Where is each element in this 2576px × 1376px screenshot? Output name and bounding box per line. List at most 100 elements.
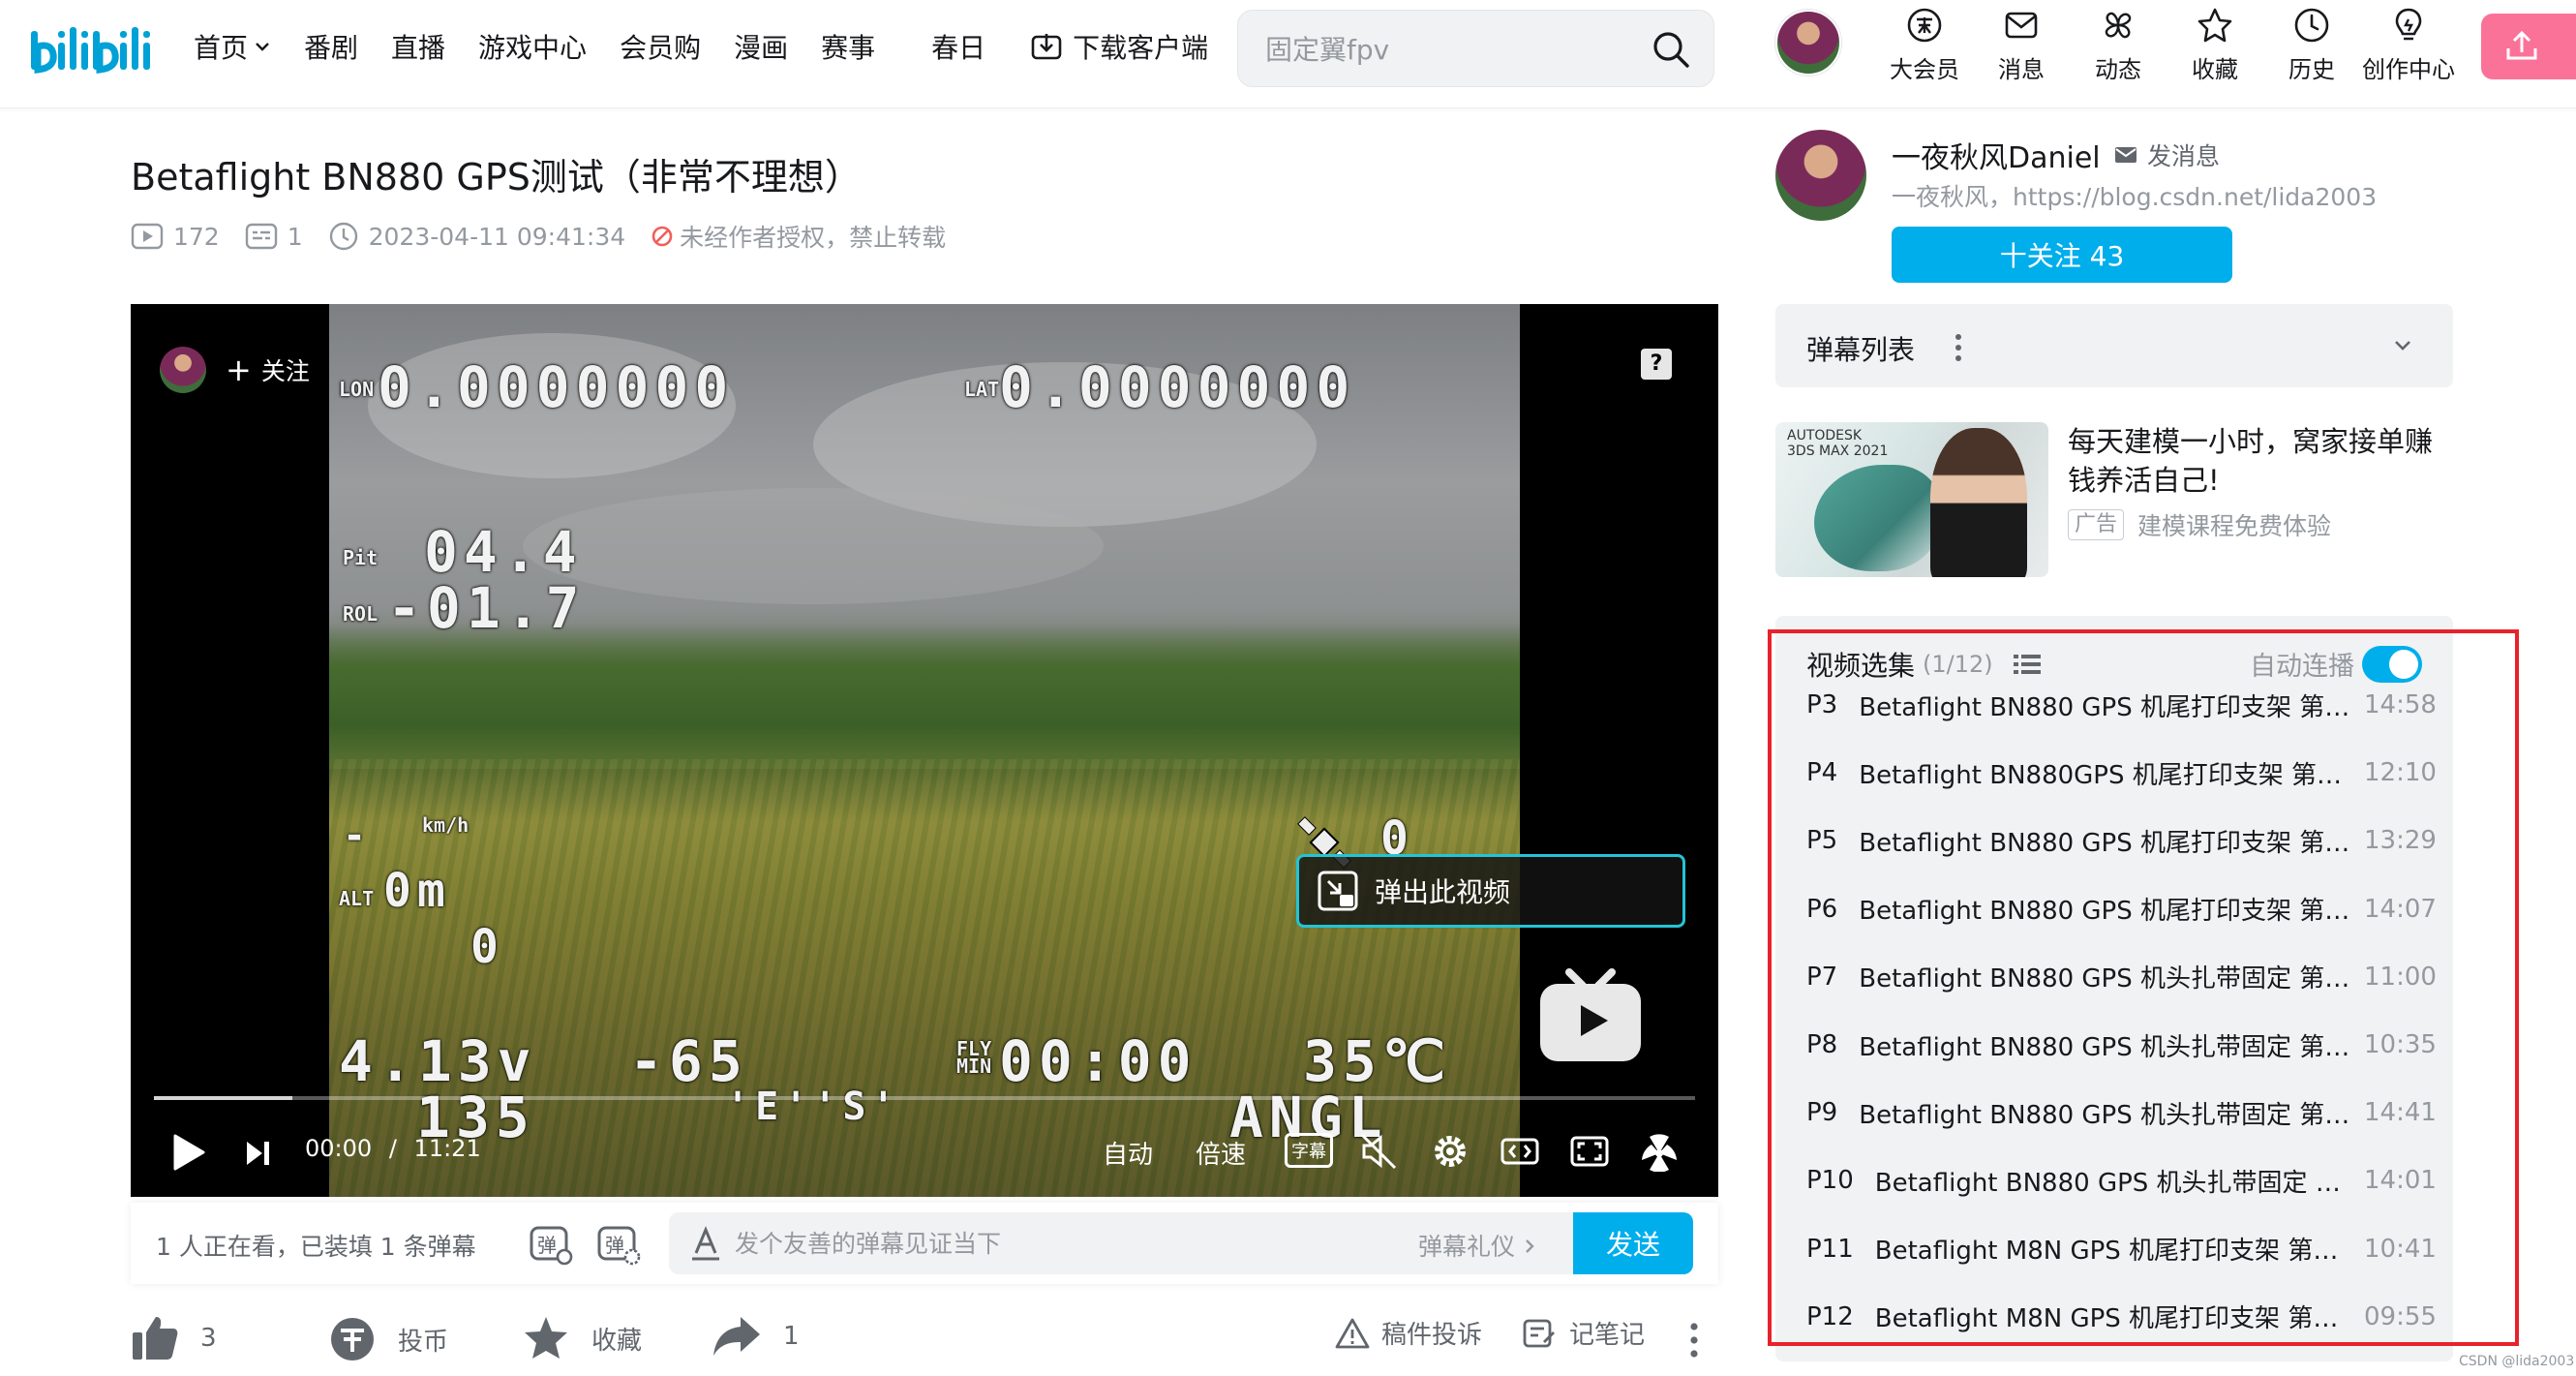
subtitle-button[interactable]: 字幕 — [1285, 1133, 1333, 1168]
popout-icon — [1318, 871, 1358, 911]
player-follow-button[interactable]: + 关注 — [160, 347, 310, 393]
like-button[interactable]: 3 — [131, 1315, 217, 1361]
nav-esports[interactable]: 赛事 — [821, 27, 875, 66]
nav-manga[interactable]: 漫画 — [734, 27, 788, 66]
quality-button[interactable]: 自动 — [1103, 1135, 1153, 1171]
osd-fly-label: FLY MIN — [956, 1037, 992, 1078]
subtitle-label: 字幕 — [1291, 1142, 1326, 1162]
ad-badge: 广告 — [2068, 509, 2125, 540]
osd-lon: 0.0000000 — [378, 354, 735, 420]
coin-label: 投币 — [398, 1327, 449, 1357]
danmaku-settings-icon[interactable]: 弹 — [595, 1220, 642, 1267]
danmaku-etiquette-link[interactable]: 弹幕礼仪 — [1418, 1228, 1536, 1263]
progress-bar[interactable] — [154, 1096, 1695, 1100]
nav-anime[interactable]: 番剧 — [304, 27, 358, 66]
fullscreen-icon[interactable] — [1639, 1131, 1680, 1172]
progress-fill — [154, 1096, 293, 1100]
settings-icon[interactable] — [1430, 1131, 1470, 1172]
user-avatar[interactable] — [1775, 10, 1841, 76]
text-style-icon[interactable] — [688, 1224, 723, 1263]
mute-icon[interactable] — [1358, 1131, 1399, 1172]
follow-button[interactable]: 十关注 43 — [1892, 227, 2232, 283]
widescreen-icon[interactable] — [1500, 1131, 1540, 1172]
note-icon — [1523, 1319, 1555, 1347]
next-icon[interactable] — [243, 1139, 272, 1168]
clock-icon — [2294, 8, 2329, 43]
bilibili-tv-icon — [1540, 968, 1641, 1061]
chevron-right-icon — [1526, 1239, 1534, 1253]
mail-icon — [2115, 147, 2137, 163]
header-dynamic[interactable]: 动态 — [2070, 0, 2167, 97]
webfullscreen-icon[interactable] — [1569, 1131, 1610, 1172]
search-input[interactable] — [1265, 32, 1633, 67]
play-count-value: 172 — [173, 222, 220, 251]
upload-button[interactable] — [2481, 14, 2576, 79]
publish-date-value: 2023-04-11 09:41:34 — [368, 222, 626, 251]
video-frame: LON 0.0000000 LAT 0.0000000 Pit 04.4 ROL… — [329, 304, 1520, 1197]
play-count-icon — [131, 223, 164, 250]
danmaku-list-header[interactable]: 弹幕列表 — [1775, 304, 2453, 387]
nav-home-label: 首页 — [194, 32, 249, 64]
play-icon[interactable] — [171, 1133, 206, 1172]
nav-spring[interactable]: 春日 — [931, 27, 985, 66]
osd-flytime: 00:00 — [999, 1028, 1197, 1094]
copyright-notice: 未经作者授权，禁止转载 — [651, 219, 946, 254]
nav-home[interactable]: 首页 — [194, 27, 271, 66]
upload-icon — [2506, 30, 2537, 60]
player-follow-label: 关注 — [260, 357, 310, 385]
ad-image[interactable]: AUTODESK 3DS MAX 2021 — [1775, 422, 2048, 577]
clock-icon — [329, 222, 357, 251]
share-button[interactable]: 1 — [712, 1315, 800, 1358]
copyright-text: 未经作者授权，禁止转载 — [680, 224, 947, 252]
time-display: 00:00 / 11:21 — [305, 1135, 481, 1162]
osd-speed-unit: km/h — [422, 813, 470, 837]
thumbs-up-icon — [133, 1317, 178, 1360]
nav-download-client[interactable]: 下载客户端 — [1030, 27, 1208, 66]
more-icon[interactable] — [1687, 1321, 1701, 1360]
header-creator-center[interactable]: 创作中心 — [2360, 0, 2457, 97]
header-vip[interactable]: 大会员 — [1876, 0, 1973, 97]
video-meta: 172 1 2023-04-11 09:41:34 未经作者授权，禁止转载 — [131, 219, 971, 254]
ad-title[interactable]: 每天建模一小时，窝家接单赚钱养活自己! — [2068, 422, 2455, 500]
report-label: 稿件投诉 — [1381, 1321, 1483, 1350]
search-icon[interactable] — [1650, 28, 1692, 71]
bilibili-logo[interactable] — [29, 17, 153, 76]
osd-speed: - — [343, 813, 373, 858]
header-right-menu: 大会员 消息 动态 收藏 历史 创作中心 — [1876, 0, 2457, 97]
uploader-name[interactable]: 一夜秋风Daniel — [1892, 134, 2101, 176]
send-danmaku-button[interactable]: 发送 — [1573, 1212, 1693, 1274]
coin-button[interactable]: 投币 — [328, 1315, 448, 1363]
nav-game-center[interactable]: 游戏中心 — [478, 27, 587, 66]
danmaku-bar: 1 人正在看，已装填 1 条弹幕 弹 弹 弹幕礼仪 发送 — [131, 1203, 1718, 1284]
nav-mall[interactable]: 会员购 — [620, 27, 701, 66]
header-message[interactable]: 消息 — [1973, 0, 2070, 97]
chevron-down-icon[interactable] — [2391, 333, 2414, 356]
report-button[interactable]: 稿件投诉 — [1335, 1315, 1482, 1351]
more-vertical-icon[interactable] — [1954, 331, 1963, 364]
video-player[interactable]: LON 0.0000000 LAT 0.0000000 Pit 04.4 ROL… — [131, 304, 1718, 1197]
header-history[interactable]: 历史 — [2263, 0, 2360, 97]
ad-brand-line1: AUTODESK — [1787, 428, 1863, 443]
osd-alt: 0m — [383, 864, 451, 918]
play-count: 172 — [131, 222, 220, 251]
header-favorites-label: 收藏 — [2192, 56, 2238, 83]
send-message-button[interactable]: 发消息 — [2114, 138, 2220, 172]
help-icon[interactable]: ? — [1641, 349, 1672, 380]
main-nav: 首页 番剧 直播 游戏中心 会员购 漫画 赛事 春日 下载客户端 — [194, 27, 1241, 66]
danmaku-input[interactable] — [735, 1228, 1393, 1259]
video-actions: 3 投币 收藏 1 稿件投诉 记笔记 — [131, 1315, 1718, 1373]
osd-rol-label: ROL — [343, 602, 379, 626]
favorite-button[interactable]: 收藏 — [522, 1315, 642, 1361]
star-icon — [525, 1317, 567, 1359]
top-header: 首页 番剧 直播 游戏中心 会员购 漫画 赛事 春日 下载客户端 大会员 消息 … — [0, 0, 2576, 108]
bulb-icon — [2395, 8, 2422, 41]
note-button[interactable]: 记笔记 — [1523, 1315, 1645, 1351]
header-favorites[interactable]: 收藏 — [2167, 0, 2263, 97]
speed-button[interactable]: 倍速 — [1196, 1135, 1246, 1171]
ad-desc[interactable]: 建模课程免费体验 — [2137, 507, 2331, 542]
uploader-avatar[interactable] — [1775, 130, 1866, 221]
watermark: CSDN @lida2003 — [2459, 1354, 2575, 1369]
danmaku-toggle-icon[interactable]: 弹 — [528, 1220, 574, 1267]
popout-video-button[interactable]: 弹出此视频 — [1296, 854, 1685, 928]
nav-live[interactable]: 直播 — [391, 27, 445, 66]
